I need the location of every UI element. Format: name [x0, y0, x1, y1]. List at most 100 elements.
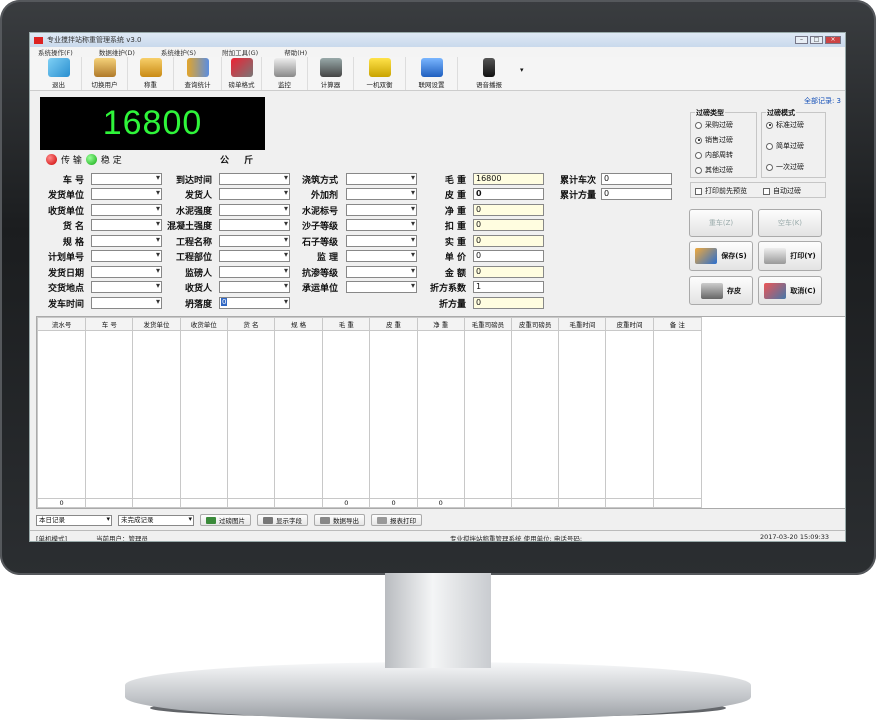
weigh-mode-title: 过磅模式 [766, 108, 796, 118]
cement-grade-select[interactable] [346, 204, 417, 216]
menu-help[interactable]: 帮助(H) [284, 47, 307, 57]
total-trips-field[interactable]: 0 [601, 173, 672, 185]
arrival-time-select[interactable] [219, 173, 290, 185]
save-button[interactable]: 保存(S) [689, 241, 753, 271]
col-gross-operator[interactable]: 毛重司磅员 [463, 316, 513, 332]
query-stats-button[interactable]: 查询统计 [174, 57, 222, 90]
sand-grade-select[interactable] [346, 219, 417, 231]
ticket-format-button[interactable]: 磅单格式 [222, 57, 262, 90]
spec-select[interactable] [91, 235, 162, 247]
impermeability-select[interactable] [346, 266, 417, 278]
label-cement-grade: 水泥标号 [301, 207, 338, 217]
menu-data[interactable]: 数据维护(D) [99, 47, 135, 57]
weigh-photo-button[interactable]: 过磅图片 [200, 514, 251, 526]
label-stone-grade: 石子等级 [301, 238, 338, 248]
conversion-volume-field[interactable]: 0 [473, 297, 544, 309]
col-receiver[interactable]: 收货单位 [179, 316, 228, 332]
concrete-strength-select[interactable] [219, 219, 290, 231]
total-volume-field[interactable]: 0 [601, 188, 672, 200]
col-goods[interactable]: 货 名 [226, 316, 276, 332]
chevron-down-icon[interactable]: ▾ [520, 66, 524, 74]
col-remark[interactable]: 备 注 [652, 316, 703, 332]
supervisor-select[interactable] [346, 250, 417, 262]
exit-button[interactable]: 退出 [36, 57, 82, 90]
actual-field[interactable]: 0 [473, 235, 544, 247]
project-part-select[interactable] [219, 250, 290, 262]
records-table[interactable]: 流水号 车 号 发货单位 收货单位 货 名 规 格 毛 重 皮 重 净 重 毛重… [36, 316, 845, 509]
radio-internal[interactable]: 内部周转 [695, 150, 733, 160]
conversion-factor-field[interactable]: 1 [473, 281, 544, 293]
heavy-truck-button[interactable]: 重车(Z) [689, 209, 753, 237]
col-gross-time[interactable]: 毛重时间 [558, 316, 607, 332]
close-button[interactable]: × [825, 36, 841, 44]
plate-select[interactable] [91, 173, 162, 185]
day-filter-select[interactable]: 本日记录 [36, 514, 112, 526]
inspector-select[interactable] [219, 266, 290, 278]
deduction-field[interactable]: 0 [473, 219, 544, 231]
ship-date-select[interactable] [91, 266, 162, 278]
tare-field[interactable]: 0 [473, 188, 544, 200]
eraser-icon [764, 282, 787, 299]
maximize-button[interactable]: □ [810, 36, 823, 44]
amount-field[interactable]: 0 [473, 266, 544, 278]
col-shipper[interactable]: 发货单位 [132, 316, 181, 332]
shipper-select[interactable] [91, 188, 162, 200]
admixture-select[interactable] [346, 188, 417, 200]
delivery-place-select[interactable] [91, 281, 162, 293]
monitor-button[interactable]: 监控 [262, 57, 308, 90]
radio-standard[interactable]: 标准过磅 [766, 120, 804, 130]
col-tare-time[interactable]: 皮重时间 [605, 316, 654, 332]
receiver-select[interactable] [91, 204, 162, 216]
col-plate[interactable]: 车 号 [85, 316, 134, 332]
net-field[interactable]: 0 [473, 204, 544, 216]
label-plate: 车 号 [62, 176, 84, 186]
print-button[interactable]: 打印(Y) [758, 241, 822, 271]
slump-select[interactable]: 0 [219, 297, 290, 309]
network-settings-button[interactable]: 联网设置 [406, 57, 458, 90]
depart-time-select[interactable] [91, 297, 162, 309]
carrier-select[interactable] [346, 281, 417, 293]
show-fields-button[interactable]: 显示字段 [257, 514, 308, 526]
minimize-button[interactable]: – [795, 36, 808, 44]
preview-checkbox[interactable]: 打印前先预览 [695, 186, 747, 196]
stone-grade-select[interactable] [346, 235, 417, 247]
auto-weigh-checkbox[interactable]: 自动过磅 [763, 186, 801, 196]
empty-truck-button[interactable]: 空车(K) [758, 209, 822, 237]
goods-select[interactable] [91, 219, 162, 231]
menu-maintenance[interactable]: 系统维护(S) [161, 47, 196, 57]
radio-sales[interactable]: 销售过磅 [695, 135, 733, 145]
pour-method-select[interactable] [346, 173, 417, 185]
consignee-select[interactable] [219, 281, 290, 293]
radio-simple[interactable]: 简单过磅 [766, 141, 804, 151]
forklift-icon [368, 58, 391, 77]
store-tare-button[interactable]: 存皮 [689, 276, 753, 305]
export-button[interactable]: 数据导出 [314, 514, 365, 526]
label-total-volume: 累计方量 [559, 191, 596, 201]
weigh-button[interactable]: 称重 [128, 57, 174, 90]
status-filter-select[interactable]: 未完成记录 [118, 514, 194, 526]
gross-field[interactable]: 16800 [473, 173, 544, 185]
project-name-select[interactable] [219, 235, 290, 247]
cancel-button[interactable]: 取消(C) [758, 276, 822, 305]
menu-system[interactable]: 系统操作(F) [38, 47, 73, 57]
radio-single[interactable]: 一次过磅 [766, 162, 804, 172]
col-gross[interactable]: 毛 重 [322, 316, 371, 332]
col-serial[interactable]: 流水号 [36, 316, 87, 332]
col-tare[interactable]: 皮 重 [369, 316, 418, 332]
label-gross: 毛 重 [444, 176, 466, 186]
unit-price-field[interactable]: 0 [473, 250, 544, 262]
col-tare-operator[interactable]: 皮重司磅员 [511, 316, 560, 332]
col-net[interactable]: 净 重 [416, 316, 465, 332]
radio-other[interactable]: 其他过磅 [695, 165, 733, 175]
dual-scale-button[interactable]: 一机双衡 [354, 57, 406, 90]
sender-select[interactable] [219, 188, 290, 200]
menu-tools[interactable]: 附加工具(G) [222, 47, 258, 57]
col-spec[interactable]: 规 格 [274, 316, 324, 332]
cement-strength-select[interactable] [219, 204, 290, 216]
calculator-button[interactable]: 计算器 [308, 57, 354, 90]
radio-purchase[interactable]: 采购过磅 [695, 120, 733, 130]
report-print-button[interactable]: 报表打印 [371, 514, 422, 526]
plan-no-select[interactable] [91, 250, 162, 262]
voice-button[interactable]: 语音播报 [458, 57, 520, 90]
switch-user-button[interactable]: 切换用户 [82, 57, 128, 90]
